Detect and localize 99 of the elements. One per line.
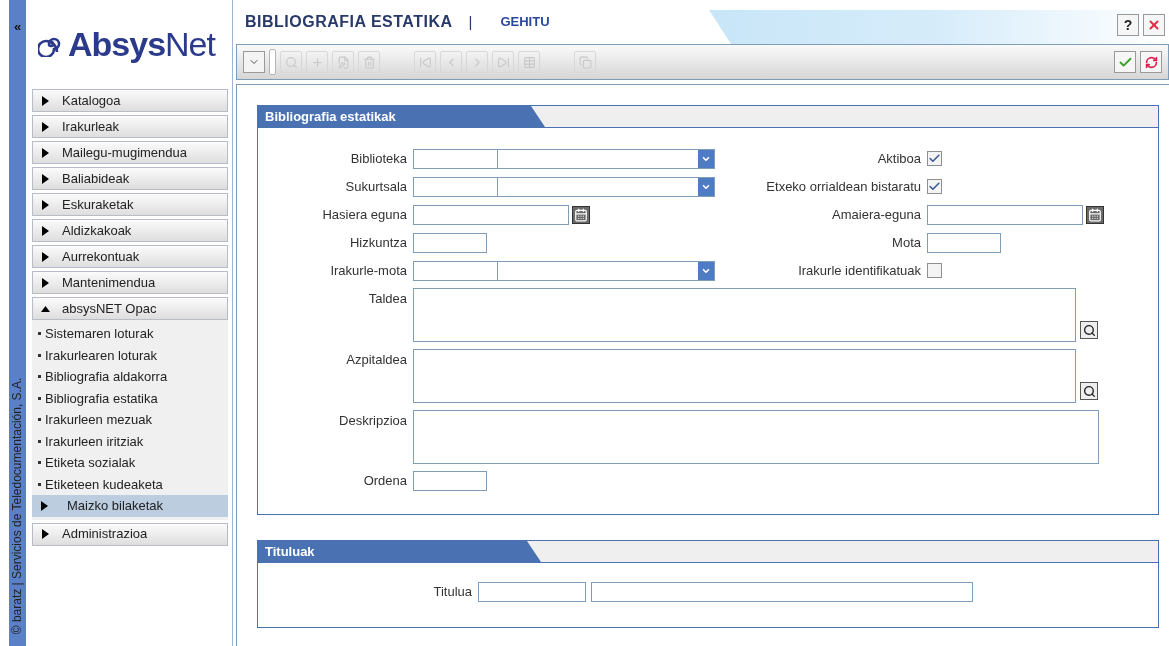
field-label: Hasiera eguna — [321, 205, 408, 224]
menu-header[interactable]: Katalogoa — [32, 89, 228, 112]
caret-up-icon — [41, 303, 50, 314]
close-icon — [1147, 18, 1161, 32]
checkmark-icon — [928, 152, 941, 165]
field-label: Titulua — [432, 583, 473, 602]
field-label: Hizkuntza — [348, 233, 408, 252]
search-icon[interactable] — [1080, 382, 1098, 400]
field-label: Ordena — [362, 472, 408, 491]
date-field[interactable] — [927, 204, 1083, 225]
confirm-button[interactable] — [1114, 51, 1136, 73]
caret-right-icon — [41, 121, 50, 132]
field-label: Taldea — [367, 290, 408, 308]
calendar-icon[interactable] — [1086, 205, 1104, 224]
bullet-icon — [38, 418, 41, 422]
menu-link[interactable]: Sistemaren loturak — [32, 323, 228, 345]
close-button[interactable] — [1143, 14, 1165, 36]
menu-header[interactable]: Administrazioa — [32, 522, 228, 546]
checkbox[interactable] — [927, 263, 942, 278]
menu-header[interactable]: absysNET Opac — [32, 297, 228, 320]
search-icon[interactable] — [1080, 321, 1098, 339]
magnifier-icon — [1082, 323, 1096, 337]
field-label: Etxeko orrialdean bistaratu — [765, 177, 922, 196]
magnifier-icon — [1082, 384, 1096, 398]
calendar-icon[interactable] — [572, 205, 590, 224]
text-area[interactable] — [413, 410, 1099, 464]
copy-icon — [578, 55, 592, 69]
date-field[interactable] — [413, 204, 569, 225]
menu-link[interactable]: Irakurleen mezuak — [32, 409, 228, 431]
absysnet-logo: AbsysNet — [32, 20, 228, 68]
calendar-glyph-icon — [574, 207, 588, 222]
dropdown-field[interactable] — [413, 148, 715, 169]
cancel-button[interactable] — [1140, 51, 1162, 73]
bullet-icon — [38, 353, 41, 357]
menu-header[interactable]: Mailegu-mugimendua — [32, 141, 228, 164]
checkmark-icon — [928, 180, 941, 193]
caret-right-icon — [41, 95, 50, 106]
menu-link[interactable]: Bibliografia estatika — [32, 387, 228, 409]
field-label: Deskripzioa — [338, 412, 408, 430]
page-title: BIBLIOGRAFIA ESTATIKA — [245, 12, 453, 32]
menu-header[interactable]: Eskuraketak — [32, 193, 228, 216]
field-label: Biblioteka — [349, 149, 408, 168]
table-icon — [522, 55, 536, 69]
menu-link[interactable]: Irakurlearen loturak — [32, 344, 228, 366]
menu-link[interactable]: Etiketa sozialak — [32, 452, 228, 474]
input-field[interactable] — [591, 582, 973, 602]
caret-right-icon — [41, 529, 50, 539]
search-icon — [284, 55, 298, 69]
input-field[interactable] — [927, 232, 1001, 253]
bullet-icon — [38, 332, 41, 336]
caret-right-icon — [41, 251, 50, 262]
skip-back-icon — [418, 55, 432, 69]
caret-right-icon — [41, 225, 50, 236]
dropdown-field[interactable] — [413, 176, 715, 197]
caret-right-icon — [41, 277, 50, 288]
bullet-icon — [38, 461, 41, 465]
caret-right-icon — [41, 147, 50, 158]
field-label: Azpitaldea — [345, 351, 408, 369]
menu-link[interactable]: Irakurleen iritziak — [32, 430, 228, 452]
bullet-icon — [38, 396, 41, 400]
mode-label: GEHITU — [500, 13, 550, 32]
menu-header[interactable]: Aurrekontuak — [32, 245, 228, 268]
skip-forward-icon — [496, 55, 510, 69]
trash-icon — [362, 55, 376, 69]
field-label: Aktiboa — [876, 149, 922, 168]
menu-header[interactable]: Mantenimendua — [32, 271, 228, 294]
refresh-icon — [1144, 55, 1158, 69]
view-menu-button[interactable] — [243, 51, 265, 73]
title-separator: | — [468, 11, 473, 32]
caret-right-icon — [41, 199, 50, 210]
menu-header[interactable]: Aldizkakoak — [32, 219, 228, 242]
menu-header[interactable]: Irakurleak — [32, 115, 228, 138]
bullet-icon — [38, 482, 41, 486]
menu-header[interactable]: Baliabideak — [32, 167, 228, 190]
caret-right-icon — [41, 173, 50, 184]
submenu-item[interactable]: Maizko bilaketak — [32, 495, 228, 517]
plus-icon — [310, 55, 324, 69]
caret-right-icon — [40, 500, 49, 511]
bullet-icon — [38, 375, 41, 379]
field-label: Irakurle-mota — [329, 261, 408, 280]
checkbox[interactable] — [927, 179, 942, 194]
input-field[interactable] — [478, 582, 586, 602]
dropdown-field[interactable] — [413, 260, 715, 281]
field-label: Mota — [891, 233, 922, 252]
menu-link[interactable]: Etiketeen kudeaketa — [32, 473, 228, 495]
help-button[interactable]: ? — [1117, 14, 1139, 36]
document-pencil-icon — [336, 55, 350, 69]
field-label: Amaiera-eguna — [831, 205, 922, 224]
collapse-button[interactable]: « — [13, 20, 22, 33]
menu-link[interactable]: Bibliografia aldakorra — [32, 366, 228, 388]
field-label: Sukurtsala — [344, 177, 408, 196]
bullet-icon — [38, 439, 41, 443]
credit-text: © baratz | Servicios de Teledocumentación, S.A. — [9, 376, 25, 637]
calendar-glyph-icon — [1088, 207, 1102, 222]
toolbar-grip[interactable] — [269, 49, 276, 75]
field-label: Irakurle identifikatuak — [797, 261, 922, 280]
input-field[interactable] — [413, 471, 487, 491]
checkbox[interactable] — [927, 151, 942, 166]
input-field[interactable] — [413, 232, 487, 253]
